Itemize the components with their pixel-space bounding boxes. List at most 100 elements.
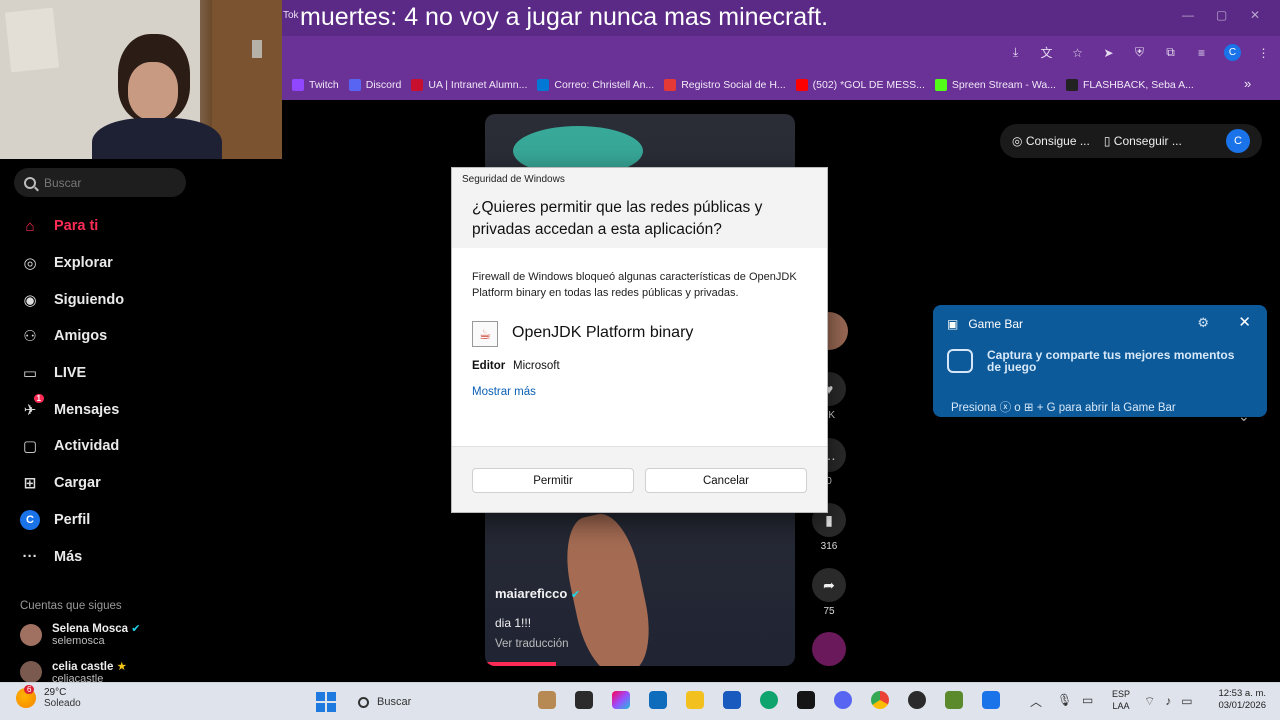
outlook-icon[interactable] — [649, 691, 667, 709]
tray-chevron-icon[interactable]: ︿ — [1030, 693, 1042, 710]
profile-avatar[interactable]: C — [1226, 129, 1250, 153]
media-icon[interactable]: ≡ — [1193, 44, 1210, 61]
sidebar-item-live[interactable]: ▭ LIVE — [20, 355, 220, 392]
star-icon[interactable]: ☆ — [1069, 44, 1086, 61]
share-button[interactable]: ➦ 75 — [810, 568, 848, 617]
chevron-down-icon[interactable]: ⌄ — [1238, 408, 1250, 425]
video-progress[interactable] — [485, 662, 557, 666]
sidebar-nav: ⌂ Para ti ◎ Explorar ◉ Siguiendo ⚇ Amigos ▭ LIVE ✈… — [20, 208, 220, 575]
ublock-icon[interactable]: ⛨ — [1131, 44, 1148, 61]
obs-icon[interactable] — [908, 691, 926, 709]
sidebar-item-mensajes[interactable]: ✈ 1 Mensajes — [20, 391, 220, 428]
get-app-button[interactable]: ▯ Conseguir ... — [1104, 134, 1182, 148]
bookmark-item[interactable]: Registro Social de H... — [664, 79, 786, 91]
show-more-link[interactable]: Mostrar más — [472, 386, 536, 398]
gamebar-icon: ▣ — [947, 317, 959, 331]
bookmarks-overflow-icon[interactable]: » — [1244, 76, 1256, 91]
bookmark-favicon-icon — [934, 79, 947, 91]
following-icon: ◉ — [23, 291, 37, 309]
account-name: celia castle — [52, 661, 114, 673]
more-icon: ··· — [22, 548, 38, 566]
bookmark-favicon-icon — [537, 79, 550, 91]
sidebar-item-actividad[interactable]: ▢ Actividad — [20, 428, 220, 465]
cursor-extension-icon[interactable]: ➤ — [1100, 44, 1117, 61]
system-tray[interactable]: ⌔ ♪ ▭ — [1144, 694, 1193, 709]
folder-icon[interactable] — [686, 691, 704, 709]
bookmark-item[interactable]: FLASHBACK, Seba A... — [1065, 79, 1194, 91]
webcam-overlay — [0, 0, 282, 159]
taskbar-search[interactable]: Buscar — [350, 689, 528, 715]
gamebar-message: Captura y comparte tus mejores momentos … — [987, 348, 1235, 374]
sidebar-item-label: Explorar — [54, 255, 113, 272]
gear-icon[interactable]: ⚙ — [1197, 315, 1209, 331]
translate-link[interactable]: Ver traducción — [495, 638, 569, 650]
toolbar-icons: ⤓ 文 ☆ ➤ ⛨ ⧉ ≡ C ⋮ — [1007, 44, 1272, 61]
screen: Tok muertes: 4 no voy a jugar nunca mas … — [0, 0, 1280, 720]
language-indicator[interactable]: ESP LAA — [1112, 688, 1130, 712]
search-icon — [358, 696, 369, 708]
tab-title[interactable]: Tok — [283, 10, 299, 21]
activity-icon: ▢ — [22, 438, 38, 456]
clock[interactable]: 12:53 a. m. 03/01/2026 — [1212, 688, 1266, 712]
copilot-icon[interactable] — [612, 691, 630, 709]
sidebar-item-amigos[interactable]: ⚇ Amigos — [20, 318, 220, 355]
bookmark-item[interactable]: Twitch — [292, 79, 339, 91]
music-disc[interactable] — [810, 632, 848, 670]
dialog-app-title: Seguridad de Windows — [462, 174, 565, 185]
chrome-icon[interactable] — [871, 691, 889, 709]
app-icon[interactable] — [982, 691, 1000, 709]
cancel-button[interactable]: Cancelar — [645, 468, 807, 493]
sidebar-item-cargar[interactable]: ⊞ Cargar — [20, 465, 220, 502]
minimize-icon[interactable]: — — [1182, 8, 1194, 22]
dialog-app-name: OpenJDK Platform binary — [512, 324, 694, 341]
top-actions: ◎ Consigue ... ▯ Conseguir ... C — [1000, 124, 1262, 158]
sidebar-item-label: Perfil — [54, 511, 91, 528]
gamebar-toast[interactable]: ▣ Game Bar ⚙ ✕ Captura y comparte tus mej… — [933, 305, 1267, 417]
minecraft-scene-icon[interactable] — [538, 691, 556, 709]
capcut-icon[interactable] — [797, 691, 815, 709]
close-icon[interactable]: ✕ — [1238, 313, 1251, 331]
sidebar-item-label: Cargar — [54, 475, 101, 492]
bookmark-favicon-icon — [411, 79, 424, 91]
bookmark-item[interactable]: Spreen Stream - Wa... — [934, 79, 1056, 91]
avatar — [20, 624, 42, 646]
display-icon[interactable]: ▭ — [1082, 693, 1093, 707]
bookmark-item[interactable]: Correo: Christell An... — [537, 79, 654, 91]
file-icon[interactable] — [575, 691, 593, 709]
friends-icon: ⚇ — [23, 328, 37, 346]
weather-widget[interactable]: 6 29°C Soleado — [16, 685, 81, 709]
sidebar-item-para-ti[interactable]: ⌂ Para ti — [20, 208, 220, 245]
minecraft-icon[interactable] — [945, 691, 963, 709]
mic-icon[interactable]: 🎙 — [1057, 693, 1072, 707]
close-window-icon[interactable]: ✕ — [1250, 8, 1260, 22]
get-coins-button[interactable]: ◎ Consigue ... — [1012, 134, 1090, 148]
following-account[interactable]: Selena Mosca ✔ selemosca — [20, 622, 141, 647]
battery-icon: ▭ — [1181, 694, 1193, 708]
sidebar-item-perfil[interactable]: C Perfil — [20, 502, 220, 539]
dialog-question: ¿Quieres permitir que las redes públicas… — [472, 199, 763, 238]
browser-profile-icon[interactable]: C — [1224, 44, 1241, 61]
video-username[interactable]: maiarefìcco ✔ — [495, 586, 580, 601]
upload-icon: ⊞ — [23, 475, 37, 493]
word-icon[interactable] — [723, 691, 741, 709]
bookmark-favicon-icon — [348, 79, 361, 91]
bookmark-item[interactable]: (502) *GOL DE MESS... — [795, 79, 925, 91]
sidebar-item-más[interactable]: ··· Más — [20, 538, 220, 575]
compass-icon: ◎ — [23, 255, 37, 273]
extensions-icon[interactable]: ⧉ — [1162, 44, 1179, 61]
edge-icon[interactable] — [760, 691, 778, 709]
translate-icon[interactable]: 文 — [1038, 44, 1055, 61]
menu-icon[interactable]: ⋮ — [1255, 44, 1272, 61]
bookmark-item[interactable]: Discord — [348, 79, 401, 91]
discord-icon[interactable] — [834, 691, 852, 709]
bookmark-item[interactable]: UA | Intranet Alumn... — [411, 79, 527, 91]
search-icon — [24, 176, 36, 189]
sidebar-item-explorar[interactable]: ◎ Explorar — [20, 245, 220, 282]
allow-button[interactable]: Permitir — [472, 468, 634, 493]
install-icon[interactable]: ⤓ — [1007, 44, 1024, 61]
start-button[interactable] — [316, 692, 336, 712]
search-input[interactable]: Buscar — [14, 168, 186, 197]
sidebar-item-siguiendo[interactable]: ◉ Siguiendo — [20, 281, 220, 318]
maximize-icon[interactable]: ▢ — [1216, 8, 1227, 22]
sidebar-item-label: LIVE — [54, 365, 87, 382]
